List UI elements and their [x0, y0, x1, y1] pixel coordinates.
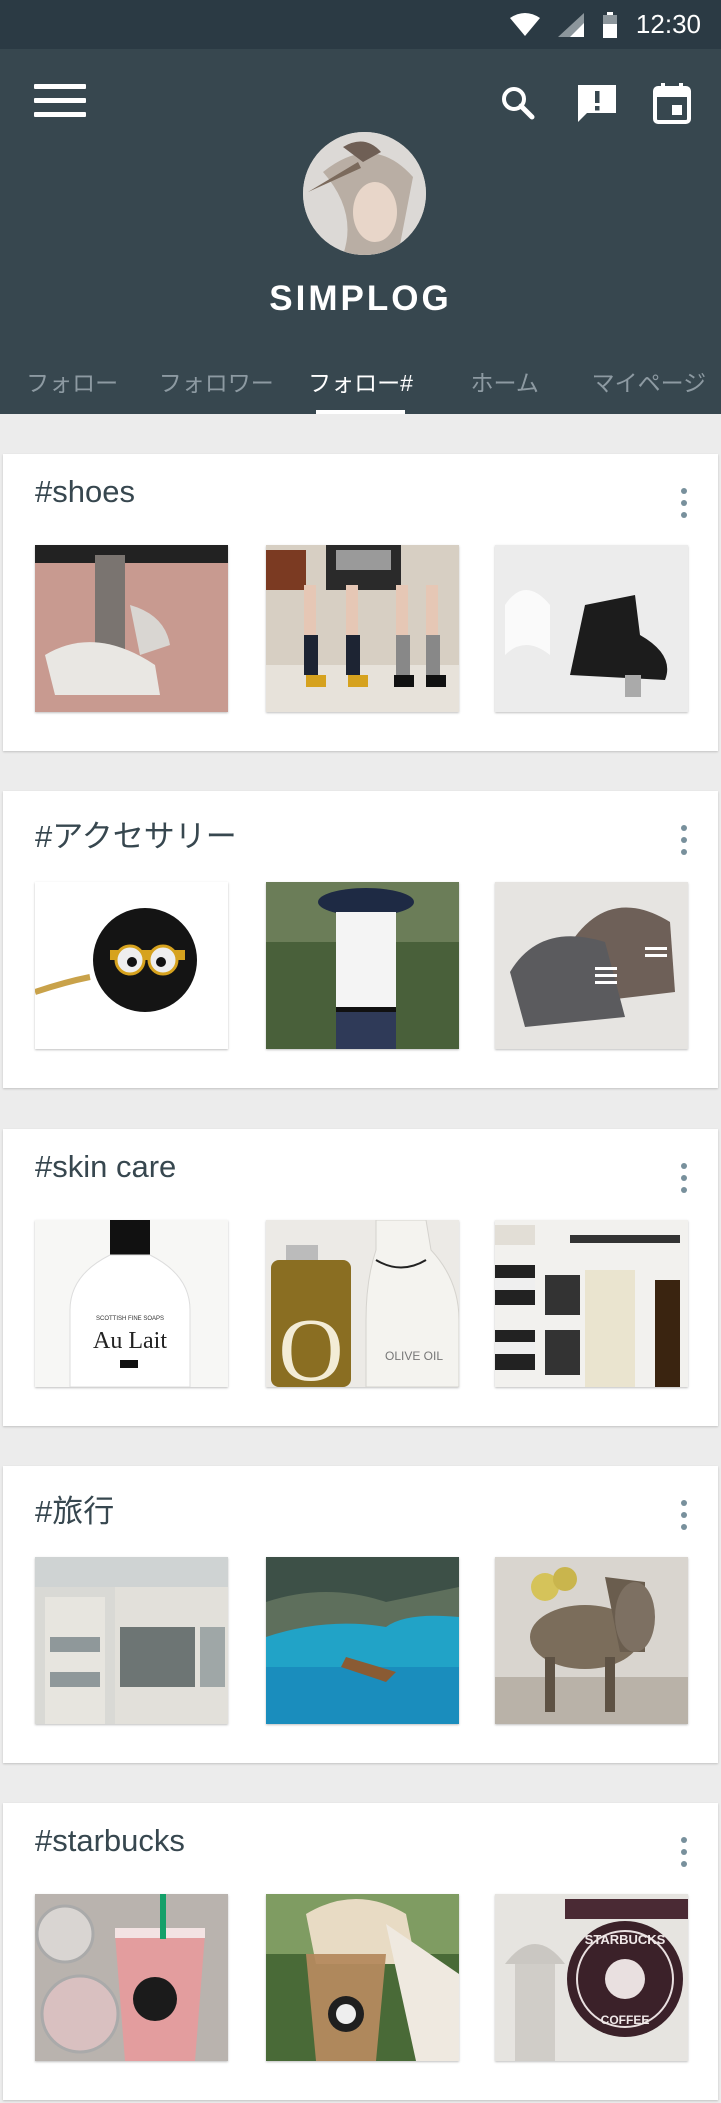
hashtag-title[interactable]: #starbucks — [35, 1823, 185, 1859]
search-icon — [502, 87, 535, 120]
photo-text-sign-sub: COFFEE — [601, 2013, 650, 2027]
status-bar: 12:30 — [0, 0, 721, 49]
photo-text-brand: SCOTTISH FINE SOAPS — [96, 1316, 164, 1322]
photo-thumbnail[interactable] — [495, 882, 688, 1049]
hashtag-title[interactable]: #アクセサリー — [35, 811, 237, 856]
photo-text-sign: STARBUCKS — [585, 1932, 666, 1947]
tab-followers[interactable]: フォロワー — [144, 349, 288, 414]
more-vert-icon[interactable] — [678, 1500, 690, 1530]
photo-thumbnail[interactable] — [266, 545, 459, 712]
tab-home[interactable]: ホーム — [433, 349, 577, 414]
photo-thumbnail[interactable]: STARBUCKS COFFEE — [495, 1894, 688, 2061]
photo-thumbnail[interactable] — [495, 1220, 688, 1387]
photo-thumbnail[interactable]: O OLIVE OIL — [266, 1220, 459, 1387]
hashtag-card: #旅行 — [3, 1466, 718, 1763]
photo-thumbnail[interactable] — [35, 1894, 228, 2061]
menu-button[interactable] — [34, 84, 86, 124]
more-vert-icon[interactable] — [678, 488, 690, 518]
hashtag-title[interactable]: #skin care — [35, 1149, 176, 1185]
photo-thumbnail[interactable] — [35, 882, 228, 1049]
photo-thumbnail[interactable] — [266, 1894, 459, 2061]
calendar-button[interactable] — [648, 79, 696, 127]
photo-thumbnail[interactable] — [495, 1557, 688, 1724]
app-header: SIMPLOG フォロー フォロワー フォロー# ホーム マイページ — [0, 49, 721, 414]
tab-follow[interactable]: フォロー — [0, 349, 144, 414]
report-button[interactable] — [573, 79, 621, 127]
more-vert-icon[interactable] — [678, 1163, 690, 1193]
photo-thumbnail[interactable]: SCOTTISH FINE SOAPS Au Lait — [35, 1220, 228, 1387]
battery-icon — [602, 11, 617, 38]
photo-thumbnail[interactable] — [266, 882, 459, 1049]
hashtag-card: #starbucks STARBUCKS COFFEE — [3, 1803, 718, 2100]
report-icon — [578, 85, 616, 122]
hashtag-title[interactable]: #旅行 — [35, 1486, 114, 1531]
hashtag-card: #アクセサリー — [3, 791, 718, 1088]
hashtag-title[interactable]: #shoes — [35, 474, 135, 510]
photo-text-bottle-label: OLIVE OIL — [385, 1349, 443, 1363]
hashtag-card: #shoes — [3, 454, 718, 751]
status-time: 12:30 — [635, 9, 701, 39]
more-vert-icon[interactable] — [678, 825, 690, 855]
photo-text-product: Au Lait — [93, 1328, 167, 1354]
search-button[interactable] — [494, 79, 542, 127]
wifi-icon — [509, 12, 540, 36]
app-title: SIMPLOG — [269, 279, 452, 318]
calendar-icon — [653, 83, 691, 124]
photo-thumbnail[interactable] — [266, 1557, 459, 1724]
tab-mypage[interactable]: マイページ — [577, 349, 721, 414]
tab-follow-hashtag[interactable]: フォロー# — [288, 349, 432, 414]
tab-bar: フォロー フォロワー フォロー# ホーム マイページ — [0, 349, 721, 414]
photo-thumbnail[interactable] — [35, 1557, 228, 1724]
signal-icon — [557, 12, 584, 37]
hashtag-card: #skin care SCOTTISH FINE SOAPS Au Lait O… — [3, 1129, 718, 1426]
photo-text-bottle-letter: O — [279, 1301, 344, 1387]
photo-thumbnail[interactable] — [495, 545, 688, 712]
more-vert-icon[interactable] — [678, 1837, 690, 1867]
avatar[interactable] — [303, 132, 426, 255]
photo-thumbnail[interactable] — [35, 545, 228, 712]
